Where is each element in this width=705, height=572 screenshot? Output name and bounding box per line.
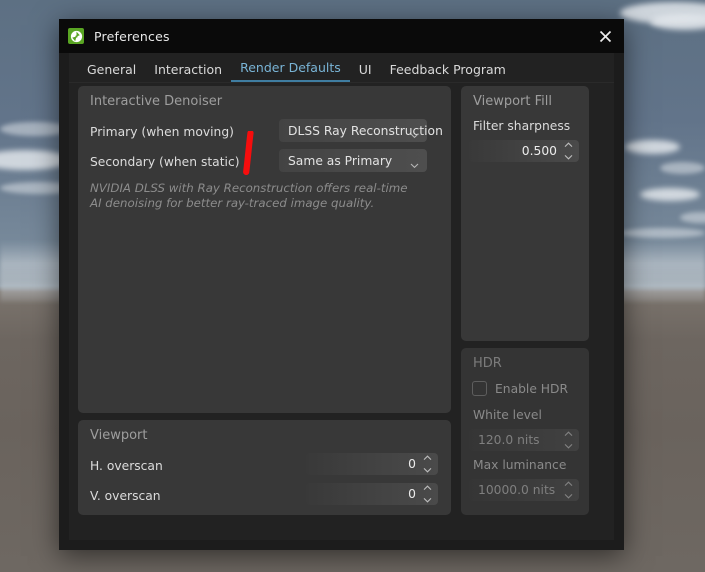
panel-title-interactive-denoiser: Interactive Denoiser xyxy=(90,94,223,109)
cloud xyxy=(625,140,680,154)
panel-viewport-fill: Viewport Fill Filter sharpness 0.500 xyxy=(461,86,589,341)
panel-interactive-denoiser: Interactive Denoiser Primary (when movin… xyxy=(78,86,451,413)
spinner-white-level[interactable]: 120.0 nits xyxy=(469,429,579,451)
denoiser-description: NVIDIA DLSS with Ray Reconstruction offe… xyxy=(90,181,408,210)
label-v-overscan: V. overscan xyxy=(90,489,161,503)
tab-bar: General Interaction Render Defaults UI F… xyxy=(69,53,614,83)
chevron-down-icon xyxy=(410,125,419,139)
spinner-arrows-icon[interactable] xyxy=(422,455,432,473)
spinner-filter-sharpness-value: 0.500 xyxy=(521,144,557,158)
cloud xyxy=(680,212,705,223)
panel-title-viewport: Viewport xyxy=(90,428,148,443)
spinner-v-overscan-value: 0 xyxy=(408,487,416,501)
panel-hdr: HDR Enable HDR White level 120.0 nits Ma… xyxy=(461,348,589,515)
dropdown-secondary-denoiser[interactable]: Same as Primary xyxy=(279,149,427,172)
preferences-content: Interactive Denoiser Primary (when movin… xyxy=(69,82,614,540)
checkbox-enable-hdr[interactable]: Enable HDR xyxy=(472,381,568,396)
spinner-arrows-icon[interactable] xyxy=(422,485,432,503)
cloud xyxy=(660,162,705,174)
checkbox-box-icon xyxy=(472,381,487,396)
spinner-h-overscan[interactable]: 0 xyxy=(306,453,438,475)
panel-title-viewport-fill: Viewport Fill xyxy=(473,94,552,109)
dropdown-secondary-denoiser-value: Same as Primary xyxy=(288,153,393,168)
tab-feedback-program[interactable]: Feedback Program xyxy=(381,59,515,82)
dropdown-primary-denoiser-value: DLSS Ray Reconstruction xyxy=(288,123,443,138)
spinner-h-overscan-value: 0 xyxy=(408,457,416,471)
spinner-filter-sharpness[interactable]: 0.500 xyxy=(469,140,579,162)
spinner-v-overscan[interactable]: 0 xyxy=(306,483,438,505)
label-white-level: White level xyxy=(473,408,542,422)
label-primary-when-moving: Primary (when moving) xyxy=(90,125,234,139)
spinner-white-level-value: 120.0 nits xyxy=(478,433,540,447)
panel-viewport: Viewport H. overscan 0 V. overscan 0 xyxy=(78,420,451,515)
cloud xyxy=(640,188,700,201)
tab-render-defaults[interactable]: Render Defaults xyxy=(231,57,350,82)
chevron-down-icon xyxy=(410,155,419,169)
spinner-arrows-icon[interactable] xyxy=(563,481,573,499)
label-filter-sharpness: Filter sharpness xyxy=(473,119,571,133)
window-title: Preferences xyxy=(94,28,170,44)
spinner-arrows-icon[interactable] xyxy=(563,142,573,160)
tab-interaction[interactable]: Interaction xyxy=(145,59,231,82)
tab-ui[interactable]: UI xyxy=(350,59,381,82)
label-h-overscan: H. overscan xyxy=(90,459,163,473)
window-body: General Interaction Render Defaults UI F… xyxy=(69,53,614,540)
cloud xyxy=(650,14,705,30)
window-titlebar[interactable]: Preferences xyxy=(59,19,624,53)
cloud xyxy=(620,228,705,238)
spinner-max-luminance-value: 10000.0 nits xyxy=(478,483,556,497)
spinner-max-luminance[interactable]: 10000.0 nits xyxy=(469,479,579,501)
panel-title-hdr: HDR xyxy=(473,356,502,371)
preferences-window: Preferences General Interaction Render D… xyxy=(59,19,624,550)
tab-general[interactable]: General xyxy=(78,59,145,82)
app-globe-icon xyxy=(68,28,84,44)
spinner-arrows-icon[interactable] xyxy=(563,431,573,449)
dropdown-primary-denoiser[interactable]: DLSS Ray Reconstruction xyxy=(279,119,443,142)
label-max-luminance: Max luminance xyxy=(473,458,567,472)
checkbox-enable-hdr-label: Enable HDR xyxy=(495,381,569,396)
label-secondary-when-static: Secondary (when static) xyxy=(90,155,240,169)
close-icon[interactable] xyxy=(592,24,618,48)
